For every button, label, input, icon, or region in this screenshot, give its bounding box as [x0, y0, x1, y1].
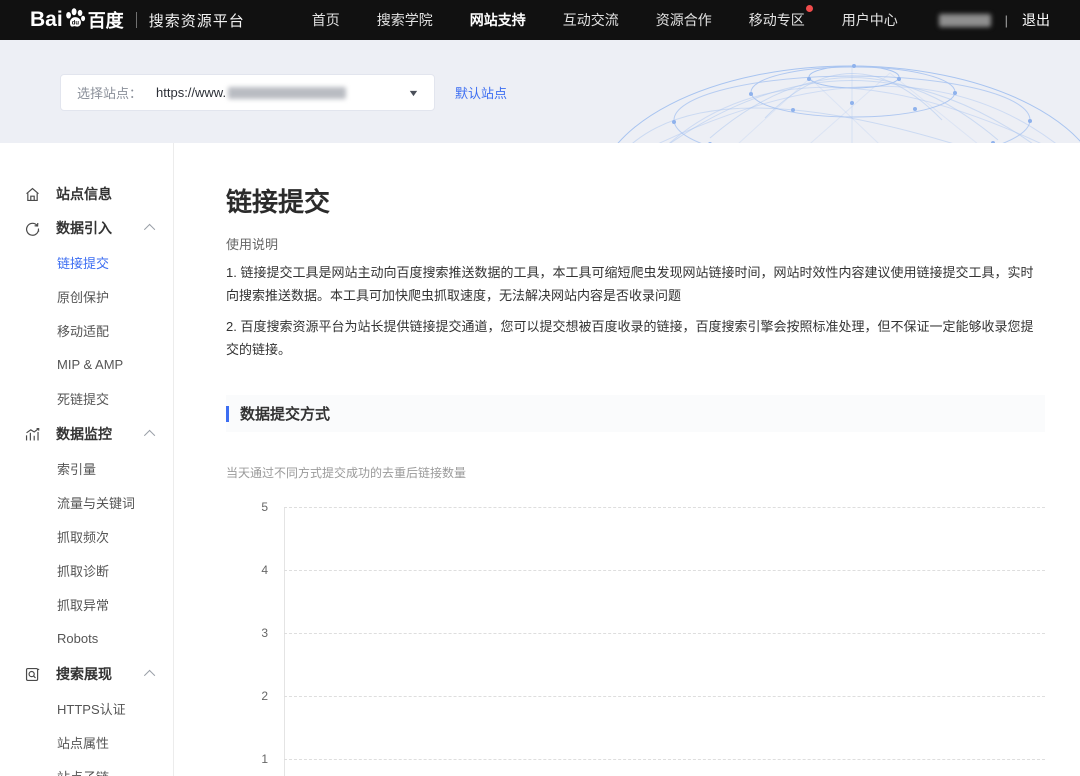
nav-item-home[interactable]: 首页 — [312, 10, 340, 30]
chevron-up-icon[interactable] — [144, 224, 155, 235]
section-header: 数据提交方式 — [226, 395, 1045, 432]
section-title: 数据提交方式 — [240, 403, 330, 424]
sidebar-item-site-attribute[interactable]: 站点属性 — [0, 725, 173, 759]
home-icon — [24, 186, 41, 203]
site-selector-row: 选择站点： https://www. ▼ 默认站点 — [60, 74, 507, 111]
logo-text-du: du — [71, 21, 79, 27]
logo-text-cn: 百度 — [88, 7, 124, 33]
platform-name: 搜索资源平台 — [149, 10, 245, 31]
chevron-up-icon[interactable] — [144, 670, 155, 681]
sidebar-group-data-monitor[interactable]: 数据监控 — [0, 417, 173, 451]
nav-item-user-center[interactable]: 用户中心 — [842, 10, 898, 30]
sidebar-item-original-protect[interactable]: 原创保护 — [0, 279, 173, 313]
sidebar-item-robots[interactable]: Robots — [0, 621, 173, 655]
page-title: 链接提交 — [226, 188, 1045, 216]
banner: 选择站点： https://www. ▼ 默认站点 — [0, 40, 1080, 143]
sidebar-item-crawl-exception[interactable]: 抓取异常 — [0, 587, 173, 621]
selected-site-url: https://www. — [156, 85, 346, 100]
monitor-chart-icon — [24, 426, 41, 443]
username-blurred[interactable] — [939, 14, 991, 27]
logo-text-bai: Bai — [30, 8, 63, 32]
y-tick-label: 5 — [226, 500, 268, 514]
top-navbar: Bai du 百度 搜索资源平台 首页 搜索学院 网站支持 互动交流 资源合作 … — [0, 0, 1080, 40]
sidebar-group-data-import[interactable]: 数据引入 — [0, 211, 173, 245]
logout-button[interactable]: 退出 — [1022, 10, 1050, 30]
sidebar-item-traffic-keywords[interactable]: 流量与关键词 — [0, 485, 173, 519]
main-panel: 链接提交 使用说明 1. 链接提交工具是网站主动向百度搜索推送数据的工具，本工具… — [174, 143, 1080, 776]
usage-line-2: 2. 百度搜索资源平台为站长提供链接提交通道，您可以提交想被百度收录的链接，百度… — [226, 315, 1045, 361]
sidebar-item-crawl-diagnosis[interactable]: 抓取诊断 — [0, 553, 173, 587]
nav-item-mobile-zone[interactable]: 移动专区 — [749, 10, 805, 30]
usage-instructions-title: 使用说明 — [226, 234, 1045, 253]
sidebar-item-dead-link[interactable]: 死链提交 — [0, 381, 173, 415]
nav-item-academy[interactable]: 搜索学院 — [377, 10, 433, 30]
user-area: | 退出 — [939, 10, 1050, 30]
wireframe-globe-graphic — [590, 48, 1080, 143]
primary-nav: 首页 搜索学院 网站支持 互动交流 资源合作 移动专区 用户中心 — [275, 10, 898, 30]
logo-divider — [136, 12, 137, 28]
y-tick-label: 3 — [226, 626, 268, 640]
chart-subtitle: 当天通过不同方式提交成功的去重后链接数量 — [226, 464, 1045, 481]
sidebar-item-mip-amp[interactable]: MIP & AMP — [0, 347, 173, 381]
content-wrapper: 站点信息 数据引入 链接提交 原创保护 移动适配 MIP & AMP 死链提交 … — [0, 143, 1080, 776]
usage-line-1: 1. 链接提交工具是网站主动向百度搜索推送数据的工具，本工具可缩短爬虫发现网站链… — [226, 261, 1045, 307]
site-selector-dropdown[interactable]: 选择站点： https://www. ▼ — [60, 74, 435, 111]
site-url-blurred — [228, 87, 346, 99]
default-site-link[interactable]: 默认站点 — [455, 83, 507, 102]
sidebar-group-site-info[interactable]: 站点信息 — [0, 177, 173, 211]
sidebar-item-site-sublink[interactable]: 站点子链 — [0, 759, 173, 776]
sidebar-item-crawl-frequency[interactable]: 抓取频次 — [0, 519, 173, 553]
chart-y-axis-line — [284, 507, 285, 776]
data-import-icon — [24, 220, 41, 237]
sidebar-item-https-cert[interactable]: HTTPS认证 — [0, 691, 173, 725]
y-tick-label: 2 — [226, 689, 268, 703]
user-separator: | — [1005, 13, 1008, 28]
y-tick-label: 4 — [226, 563, 268, 577]
site-selector-label: 选择站点： — [77, 83, 142, 102]
sidebar: 站点信息 数据引入 链接提交 原创保护 移动适配 MIP & AMP 死链提交 … — [0, 143, 174, 776]
submission-chart: 5 4 3 2 1 — [226, 507, 1045, 776]
nav-item-interaction[interactable]: 互动交流 — [563, 10, 619, 30]
dropdown-caret-icon[interactable]: ▼ — [407, 88, 419, 98]
sidebar-item-mobile-adapt[interactable]: 移动适配 — [0, 313, 173, 347]
chevron-up-icon[interactable] — [144, 430, 155, 441]
sidebar-item-index-volume[interactable]: 索引量 — [0, 451, 173, 485]
notification-dot — [806, 5, 813, 12]
sidebar-item-link-submit[interactable]: 链接提交 — [0, 245, 173, 279]
search-display-icon — [24, 666, 41, 683]
y-tick-label: 1 — [226, 752, 268, 766]
nav-item-cooperation[interactable]: 资源合作 — [656, 10, 712, 30]
baidu-logo[interactable]: Bai du 百度 搜索资源平台 — [30, 7, 245, 33]
section-accent-bar — [226, 406, 229, 422]
baidu-paw-icon: du — [64, 7, 86, 29]
sidebar-group-search-display[interactable]: 搜索展现 — [0, 657, 173, 691]
nav-item-site-support[interactable]: 网站支持 — [470, 10, 526, 30]
